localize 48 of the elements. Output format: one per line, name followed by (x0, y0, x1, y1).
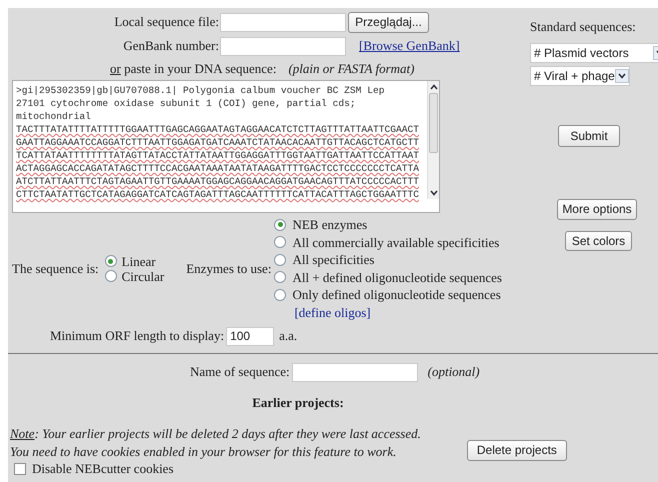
radio-button[interactable] (274, 218, 286, 231)
option-label: Only defined oligonucleotide sequences (292, 286, 501, 304)
field-label: The sequence is: (12, 260, 99, 278)
browse-genbank-link[interactable]: [Browse GenBank] (359, 36, 460, 56)
option-label: Linear (122, 254, 156, 268)
genbank-number-field[interactable] (220, 36, 346, 56)
browse-button[interactable]: Przeglądaj... (348, 12, 429, 32)
option-label: NEB enzymes (292, 216, 368, 234)
optional-hint: (optional) (428, 363, 480, 382)
delete-projects-button[interactable]: Delete projects (466, 440, 567, 460)
radio-button[interactable] (274, 288, 286, 301)
note-text: Note: Your earlier projects will be deleted 2 days after they were last accessed. (10, 424, 421, 442)
option-label: All commercially available specificities (292, 234, 500, 251)
field-label: GenBank number: (122, 37, 220, 56)
note-text: You need to have cookies enabled in your browser for this feature to work. (10, 442, 398, 460)
file-path-field[interactable] (220, 12, 346, 32)
field-label: Enzymes to use: (186, 260, 272, 278)
checkbox[interactable] (14, 462, 26, 474)
dropdown[interactable]: # Plasmid vectors (530, 42, 658, 62)
section-title: Earlier projects: (251, 394, 345, 412)
set-colors-button[interactable]: Set colors (565, 230, 632, 250)
checkbox-label: Disable NEBcutter cookies (32, 462, 174, 476)
sequence-name-field[interactable] (292, 362, 418, 382)
define-oligos-link[interactable]: [define oligos] (294, 304, 371, 320)
orf-length-field[interactable]: 100 (226, 326, 274, 346)
submit-button[interactable]: Submit (558, 124, 620, 146)
paste-label: or paste in your DNA sequence: (110, 60, 276, 78)
more-options-button[interactable]: More options (557, 198, 637, 220)
caret-icon (614, 68, 629, 82)
field-label: Local sequence file: (113, 13, 220, 32)
unit-label: a.a. (279, 327, 298, 346)
scroll-up-icon[interactable] (430, 83, 438, 91)
section-label: Standard sequences: (530, 18, 637, 36)
radio-button[interactable] (274, 271, 286, 284)
field-label: Minimum ORF length to display: (50, 327, 224, 346)
scrollbar[interactable] (427, 81, 439, 199)
radio-button[interactable] (274, 254, 286, 266)
field-label: Name of sequence: (190, 363, 290, 382)
option-label: All + defined oligonucleotide sequences (292, 268, 502, 286)
sequence-textarea[interactable]: >gi|295302359|gb|GU707088.1| Polygonia calbum voucher BC ZSM Lep 27101 cytochrome oxidase subunit 1 (COI) gene, partial cds; mitochondrial TACTTTATATTTTATTTTTGGAATTTGAGCAGGAATAGTAGGAACATCTCTTAGTTTATTAATTCGAACT GAATTAGGAAATCCAGGATCTTTAATTGGAGATGATCAAATCTATAACACAATTGTTACAGCTCATGCTT TCATTATAATTTTTTTTATAGTTATACCTATTATAATTGGAGGATTTGGTAATTGATTAATTCCATTAAT ACTAGGAGCACCAGATATAGCTTTTCCACGAATAAATAATATAAGATTTTGACTCCTCCCCCCCTCATTA ATCTTATTAATTTCTAGTAGAATTGTTGAAAATGGAGCAGGAACAGGATGAACAGTTTATCCCCCACTTT CTTCTAATATTGCTCATAGAGGATCATCAGTAGATTTAGCAATTTTTTCATTACATTTAGCTGGAATTTC (12, 80, 440, 213)
scroll-down-icon[interactable] (430, 189, 438, 197)
format-hint: (plain or FASTA format) (288, 60, 414, 78)
radio-button[interactable] (274, 236, 286, 248)
option-label: All specificities (292, 251, 374, 268)
radio-button[interactable] (104, 270, 117, 282)
option-label: Circular (122, 268, 164, 284)
dropdown[interactable]: # Viral + phage (530, 66, 630, 86)
radio-button[interactable] (104, 255, 117, 267)
